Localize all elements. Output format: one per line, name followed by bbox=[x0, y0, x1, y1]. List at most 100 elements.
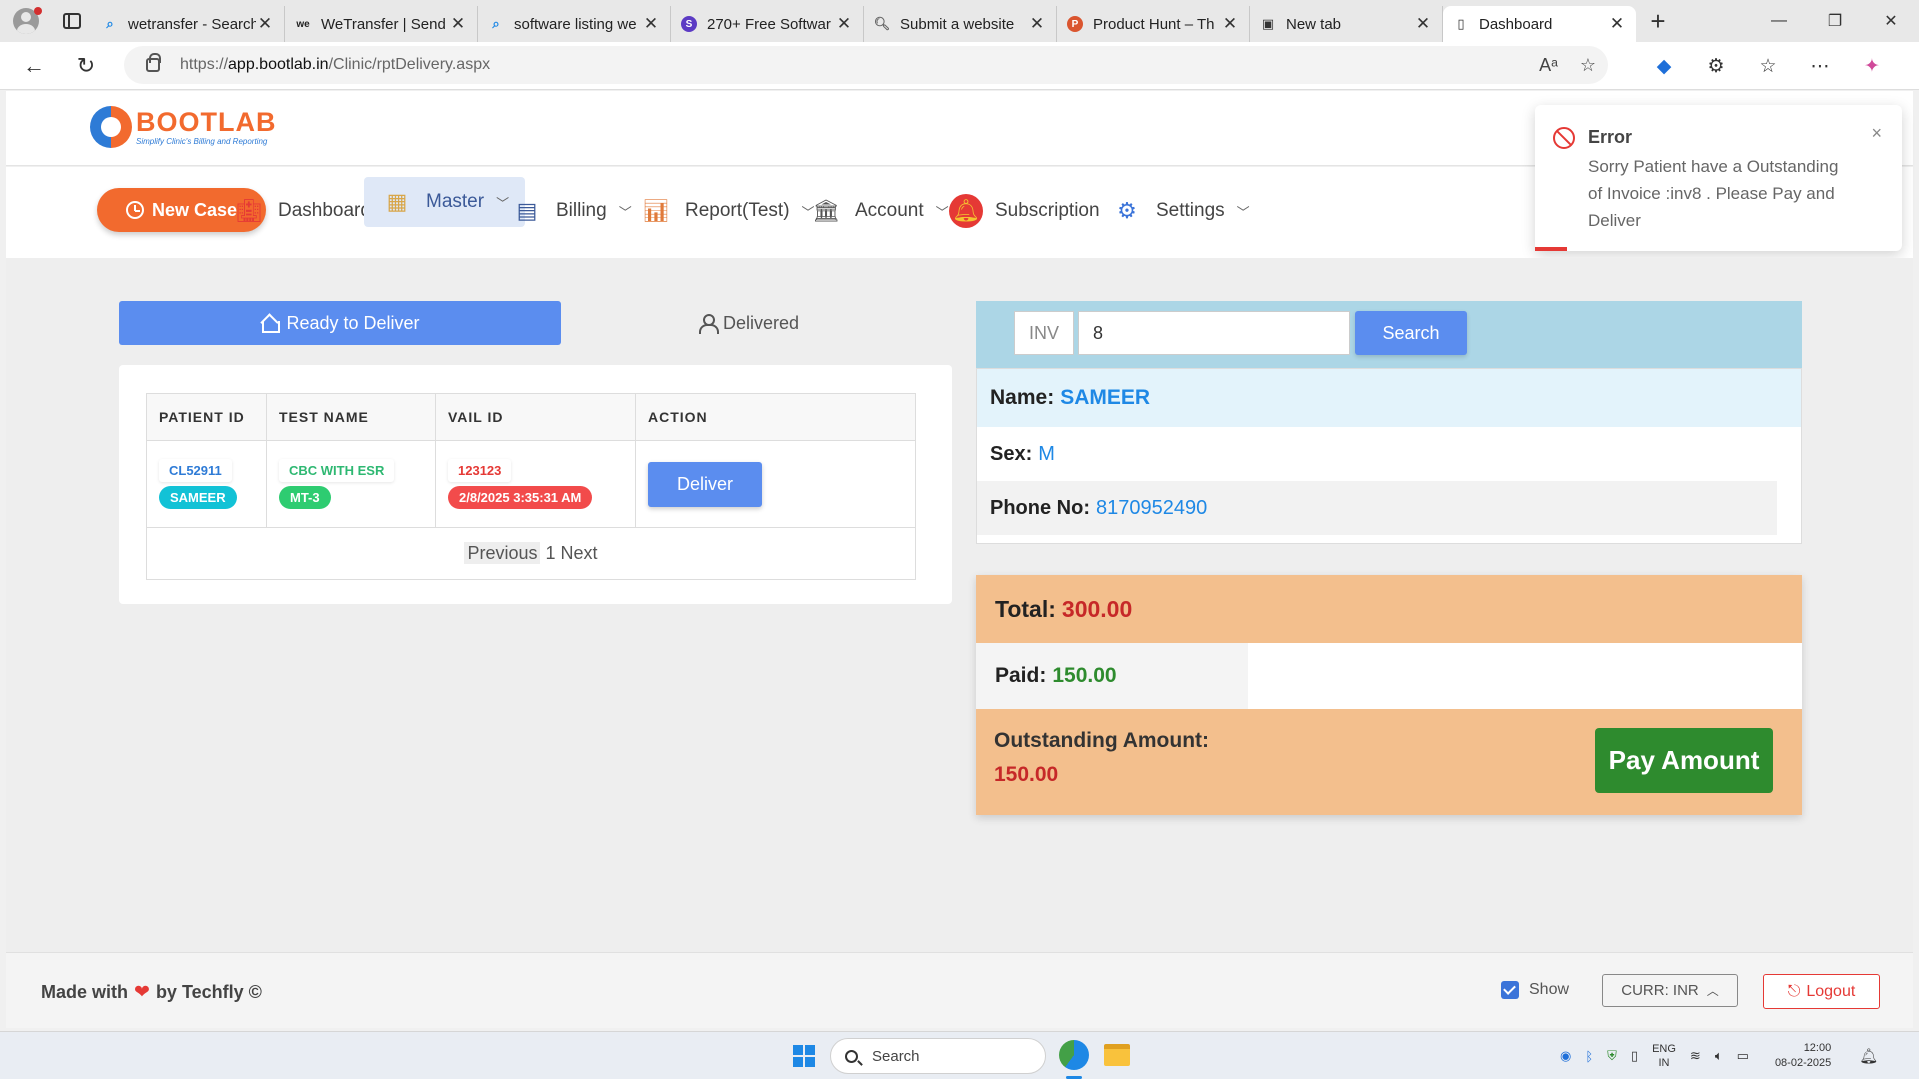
url-field[interactable]: https://app.bootlab.in/Clinic/rptDeliver… bbox=[124, 46, 1608, 84]
browser-tab[interactable]: ▣ New tab ✕ bbox=[1250, 6, 1443, 42]
wifi-icon[interactable]: ≋ bbox=[1690, 1048, 1701, 1064]
nav-item-master[interactable]: ▦ Master ﹀ bbox=[364, 177, 526, 227]
toast-close-icon[interactable]: × bbox=[1871, 123, 1882, 144]
minimize-button[interactable]: — bbox=[1751, 0, 1807, 42]
search-button[interactable]: Search bbox=[1355, 311, 1467, 355]
nav-item-dashboards[interactable]: 🏥︎ Dashboards bbox=[232, 187, 380, 235]
currency-selector[interactable]: CURR: INR ︿ bbox=[1602, 974, 1738, 1007]
shield-extension-icon[interactable]: ◆ bbox=[1650, 55, 1678, 78]
tab-delivered-label: Delivered bbox=[722, 312, 800, 333]
close-tab-icon[interactable]: ✕ bbox=[1028, 14, 1046, 34]
clock-date: 08-02-2025 bbox=[1774, 1057, 1832, 1069]
tab-delivered[interactable]: Delivered bbox=[584, 301, 914, 345]
master-icon: ▦ bbox=[386, 189, 408, 214]
clock-icon bbox=[125, 201, 144, 219]
more-menu-icon[interactable]: ⋯ bbox=[1806, 55, 1834, 78]
search-favicon-icon: ⌕ bbox=[492, 16, 500, 31]
patient-info-panel: Name: SAMEER Sex: M Phone No: 8170952490 bbox=[976, 368, 1802, 544]
new-tab-button[interactable]: + bbox=[1636, 0, 1680, 42]
col-vail-id[interactable]: VAIL ID bbox=[435, 393, 636, 441]
toast-progress-bar bbox=[1535, 247, 1567, 251]
favorite-star-icon[interactable]: ☆ bbox=[1580, 55, 1596, 76]
site-info-icon[interactable] bbox=[146, 53, 161, 72]
pagination-row: Previous 1 Next bbox=[146, 527, 916, 580]
user-icon bbox=[698, 314, 719, 334]
tab-actions-icon bbox=[63, 13, 81, 29]
browser-tab[interactable]: ⌕ software listing we ✕ bbox=[478, 6, 671, 42]
back-button[interactable]: ← bbox=[8, 46, 60, 86]
extensions-icon[interactable]: ⚙ bbox=[1702, 55, 1730, 78]
table-row: CL52911 SAMEER CBC WITH ESR MT-3 123123 … bbox=[146, 440, 916, 528]
notifications-bell-icon[interactable]: 🔔︎ bbox=[1859, 1047, 1878, 1065]
newtab-favicon-icon: ▣ bbox=[1261, 16, 1275, 31]
tab-actions-button[interactable] bbox=[52, 0, 92, 42]
logout-button[interactable]: ⎋ Logout bbox=[1763, 974, 1880, 1009]
delivery-table-card: PATIENT ID TEST NAME VAIL ID ACTION CL52… bbox=[119, 365, 952, 604]
show-label: Show bbox=[1529, 981, 1570, 998]
nav-item-label: Subscription bbox=[995, 200, 1100, 221]
bluetooth-icon[interactable]: ᛒ bbox=[1585, 1049, 1593, 1064]
read-aloud-icon[interactable]: A͏ᵃ bbox=[1539, 55, 1558, 76]
url-prefix: https:// bbox=[180, 56, 229, 73]
close-tab-icon[interactable]: ✕ bbox=[256, 14, 274, 34]
deliver-button[interactable]: Deliver bbox=[648, 461, 762, 507]
tray-app-icon[interactable]: ◉ bbox=[1560, 1048, 1571, 1064]
language-indicator[interactable]: ENG IN bbox=[1652, 1042, 1676, 1070]
made-prefix: Made with bbox=[41, 982, 129, 1002]
producthunt-favicon-icon: P bbox=[1067, 16, 1083, 32]
battery-icon[interactable]: ▭ bbox=[1737, 1048, 1749, 1064]
close-tab-icon[interactable]: ✕ bbox=[1608, 14, 1626, 34]
nav-item-billing[interactable]: ▤ Billing ﹀ bbox=[510, 187, 632, 235]
close-tab-icon[interactable]: ✕ bbox=[835, 14, 853, 34]
col-action[interactable]: ACTION bbox=[635, 393, 916, 441]
show-checkbox[interactable] bbox=[1501, 981, 1519, 999]
browser-tab[interactable]: 🔍︎ Submit a website ✕ bbox=[864, 6, 1057, 42]
bootlab-logo[interactable]: BOOTLAB Simplify Clinic's Billing and Re… bbox=[90, 106, 276, 148]
favorites-icon[interactable]: ☆ bbox=[1754, 55, 1782, 78]
nav-item-account[interactable]: 🏛︎ Account ﹀ bbox=[809, 187, 949, 235]
browser-tab[interactable]: we WeTransfer | Send ✕ bbox=[285, 6, 478, 42]
close-tab-icon[interactable]: ✕ bbox=[449, 14, 467, 34]
nav-item-settings[interactable]: ⚙ Settings ﹀ bbox=[1110, 187, 1250, 235]
invoice-search-bar: INV Search bbox=[976, 301, 1802, 368]
previous-button[interactable]: Previous bbox=[464, 542, 541, 564]
nav-item-subscription[interactable]: 🔔︎ Subscription bbox=[949, 187, 1100, 235]
pay-amount-button[interactable]: Pay Amount bbox=[1595, 728, 1773, 793]
chevron-down-icon: ﹀ bbox=[935, 204, 949, 220]
new-case-label: New Case bbox=[151, 199, 238, 220]
browser-tab[interactable]: ⌕ wetransfer - Search ✕ bbox=[92, 6, 285, 42]
invoice-number-input[interactable] bbox=[1078, 311, 1350, 355]
col-test-name[interactable]: TEST NAME bbox=[266, 393, 436, 441]
close-window-button[interactable]: ✕ bbox=[1863, 0, 1919, 42]
col-patient-id[interactable]: PATIENT ID bbox=[146, 393, 267, 441]
next-button[interactable]: Next bbox=[561, 543, 598, 563]
defender-icon[interactable]: ⛨ bbox=[1607, 1048, 1617, 1064]
nav-item-label: Settings bbox=[1156, 200, 1225, 221]
volume-icon[interactable]: 🔈︎ bbox=[1715, 1048, 1723, 1064]
browser-tab[interactable]: S 270+ Free Softwar ✕ bbox=[671, 6, 864, 42]
taskbar-search[interactable]: Search bbox=[830, 1038, 1046, 1074]
show-toggle[interactable]: Show bbox=[1501, 981, 1569, 999]
nav-item-report-test[interactable]: 📊︎ Report(Test) ﹀ bbox=[639, 187, 815, 235]
close-tab-icon[interactable]: ✕ bbox=[1414, 14, 1432, 34]
clock-time: 12:00 bbox=[1803, 1042, 1832, 1054]
usb-icon[interactable]: ▯ bbox=[1631, 1048, 1638, 1064]
page-number[interactable]: 1 bbox=[546, 543, 556, 563]
browser-tab[interactable]: ▯ Dashboard ✕ bbox=[1443, 6, 1636, 42]
copilot-icon[interactable]: ✦ bbox=[1858, 55, 1886, 78]
patient-id-chip: CL52911 bbox=[159, 459, 232, 482]
heart-icon: ❤ bbox=[134, 982, 150, 1003]
browser-tab[interactable]: P Product Hunt – Th ✕ bbox=[1057, 6, 1250, 42]
close-tab-icon[interactable]: ✕ bbox=[642, 14, 660, 34]
file-explorer-icon[interactable] bbox=[1104, 1044, 1130, 1066]
close-tab-icon[interactable]: ✕ bbox=[1221, 14, 1239, 34]
edge-browser-icon[interactable] bbox=[1059, 1040, 1089, 1070]
search-icon bbox=[845, 1049, 858, 1063]
profile-button[interactable] bbox=[0, 0, 52, 42]
clock[interactable]: 12:00 08-02-2025 bbox=[1775, 1041, 1831, 1071]
restore-button[interactable]: ❐ bbox=[1807, 0, 1863, 42]
windows-start-icon[interactable] bbox=[793, 1045, 815, 1067]
tab-ready-to-deliver[interactable]: Ready to Deliver bbox=[119, 301, 561, 345]
hospital-icon: 🏥︎ bbox=[235, 198, 263, 223]
reload-button[interactable]: ↻ bbox=[60, 46, 112, 86]
